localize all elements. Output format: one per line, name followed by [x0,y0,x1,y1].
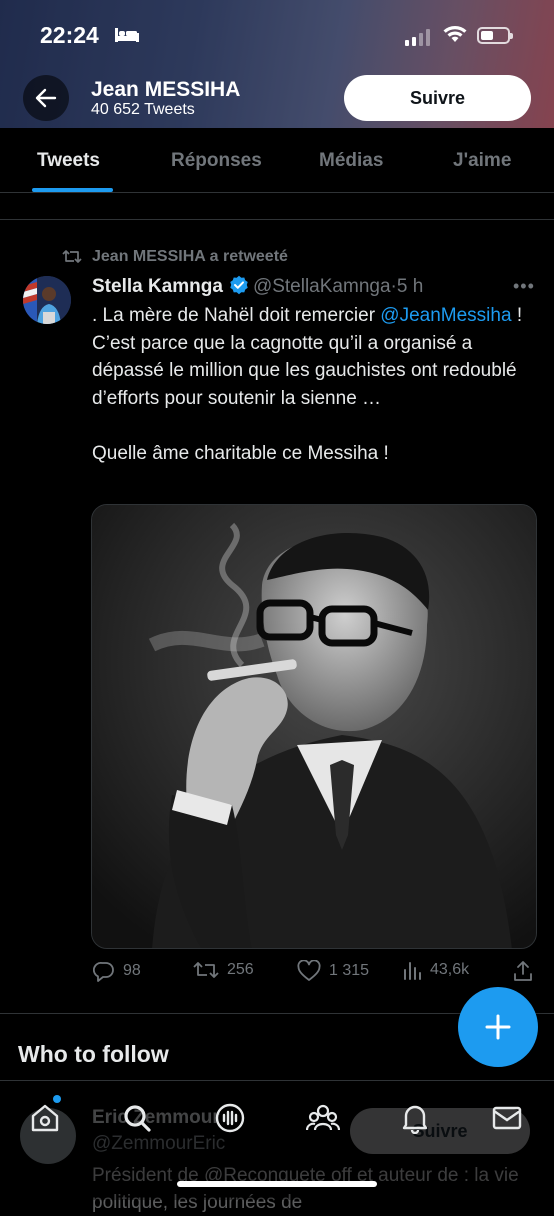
avatar[interactable] [23,276,71,324]
compose-tweet-button[interactable] [458,987,538,1067]
author-name[interactable]: Stella Kamnga [92,276,223,297]
share-action[interactable] [513,960,533,982]
author-handle: @StellaKamnga [252,276,391,297]
reply-icon [93,962,114,982]
retweet-icon [193,962,219,978]
verified-badge-icon [229,275,249,301]
tweet-count: 40 652 Tweets [91,101,195,118]
home-indicator [177,1181,377,1187]
tweet-photo[interactable] [91,504,537,949]
wifi-icon [442,24,468,49]
views-count: 43,6k [430,961,470,978]
who-to-follow-heading: Who to follow [18,1041,169,1067]
notification-dot [53,1095,61,1103]
back-button[interactable] [23,75,69,121]
communities-icon[interactable] [305,1100,341,1136]
active-tab-indicator [32,188,113,192]
profile-name: Jean MESSIHA [91,78,241,101]
tweet-text: . La mère de Nahël doit remercier @JeanM… [92,302,532,467]
messages-icon[interactable] [489,1100,525,1136]
battery-icon [477,27,513,44]
plus-icon [485,1014,511,1040]
share-icon [514,961,532,981]
tab-media[interactable]: Médias [319,150,383,172]
like-action[interactable]: 1 315 [297,960,369,982]
profile-tabs: Tweets Réponses Médias J'aime [0,128,554,193]
sleep-focus-icon [114,27,140,48]
search-icon[interactable] [119,1100,155,1136]
like-count: 1 315 [329,962,370,979]
retweet-count: 256 [227,961,254,978]
tweet-text-rest: ! C’est parce que la cagnotte qu’il a or… [92,305,523,464]
reply-count: 98 [123,962,141,979]
reply-action[interactable]: 98 [93,960,141,982]
spaces-icon[interactable] [212,1100,248,1136]
more-options-icon[interactable]: ••• [513,276,535,297]
retweet-action[interactable]: 256 [193,960,254,980]
views-action[interactable]: 43,6k [402,960,469,980]
analytics-icon [404,962,421,980]
mention-link[interactable]: @JeanMessiha [380,305,511,326]
cellular-signal-icon [405,28,430,46]
divider [0,1080,554,1081]
tab-likes[interactable]: J'aime [453,150,511,172]
tweet-author[interactable]: Stella Kamnga @StellaKamnga·5 h [92,275,423,301]
tab-replies[interactable]: Réponses [171,150,262,172]
follow-button[interactable]: Suivre [344,75,531,121]
status-bar: 22:24 [0,0,554,72]
retweet-context: Jean MESSIHA a retweeté [92,248,288,265]
tweet-time: 5 h [396,276,424,297]
divider [0,219,554,220]
notifications-icon[interactable] [397,1100,433,1136]
tweet-text-start: . La mère de Nahël doit remercier [92,305,381,326]
tab-tweets[interactable]: Tweets [37,150,100,172]
home-icon[interactable] [27,1100,63,1136]
arrow-left-icon [35,88,57,108]
tweet-actions: 98 256 1 315 43,6k [0,960,554,990]
status-time: 22:24 [40,22,99,48]
retweet-icon [62,248,82,270]
heart-icon [297,960,321,981]
